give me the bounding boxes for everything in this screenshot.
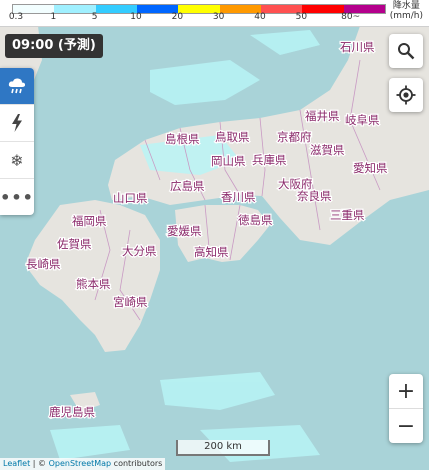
lightning-icon	[12, 114, 22, 132]
lightning-layer-button[interactable]	[0, 105, 34, 142]
osm-link[interactable]: OpenStreetMap	[49, 459, 112, 468]
pref-gifu: 岐阜県	[345, 113, 380, 127]
zoom-in-button[interactable]: +	[389, 374, 423, 409]
scale-bar: 200 km	[176, 440, 270, 456]
rain-cloud-icon	[8, 78, 26, 94]
legend-tick: 40	[254, 12, 266, 22]
legend-unit-title: 降水量	[392, 1, 420, 11]
pref-tottori: 鳥取県	[215, 130, 250, 144]
pref-kagoshima: 鹿児島県	[49, 405, 95, 419]
legend-tick: 1	[50, 12, 57, 22]
zoom-out-button[interactable]: −	[389, 409, 423, 443]
legend-unit: 降水量 (mm/h)	[390, 1, 423, 21]
pref-kumamoto: 熊本県	[76, 277, 111, 291]
legend-tick: 0.3	[8, 12, 24, 22]
forecast-time-badge: 09:00 (予測)	[5, 34, 103, 58]
legend-color-bar	[12, 4, 386, 14]
pref-hiroshima: 広島県	[170, 179, 205, 193]
snow-layer-button[interactable]: ❄	[0, 142, 34, 179]
pref-kagawa: 香川県	[221, 190, 256, 204]
legend-tick: 5	[91, 12, 98, 22]
search-button[interactable]	[389, 34, 423, 68]
pref-aichi: 愛知県	[353, 161, 388, 175]
legend-tick: 50	[295, 12, 308, 22]
pref-ishikawa: 石川県	[340, 40, 375, 54]
legend-tick: 10	[130, 12, 142, 22]
legend-tick: 20	[171, 12, 184, 22]
pref-saga: 佐賀県	[57, 237, 92, 251]
attribution-suffix: contributors	[111, 459, 163, 468]
zoom-control: + −	[389, 374, 423, 443]
pref-ehime: 愛媛県	[167, 224, 202, 238]
pref-shiga: 滋賀県	[310, 143, 345, 157]
rain-layer-button[interactable]	[0, 68, 34, 105]
pref-oita: 大分県	[122, 244, 157, 258]
legend-swatch	[54, 5, 96, 13]
legend-tick: 30	[212, 12, 225, 22]
pref-tokushima: 徳島県	[238, 213, 273, 227]
locate-button[interactable]	[389, 78, 423, 112]
more-icon: •••	[0, 187, 34, 207]
pref-nara: 奈良県	[297, 189, 332, 203]
pref-nagasaki: 長崎県	[26, 257, 61, 271]
snowflake-icon: ❄	[10, 150, 24, 170]
map[interactable]: 石川県 福井県 岐阜県 島根県 鳥取県 京都府 滋賀県 岡山県 兵庫県 愛知県 …	[0, 0, 429, 470]
crosshair-icon	[396, 85, 416, 105]
pref-mie: 三重県	[330, 208, 365, 222]
pref-kochi: 高知県	[194, 245, 229, 259]
precipitation-legend: 0.3 1 5 10 20 30 40 50 80~ 降水量 (mm/h)	[0, 0, 429, 27]
legend-swatch	[302, 5, 344, 13]
pref-fukuoka: 福岡県	[72, 214, 107, 228]
more-button[interactable]: •••	[0, 179, 34, 215]
legend-tick: 80~	[341, 12, 361, 22]
pref-okayama: 岡山県	[211, 154, 246, 168]
layer-toolbar: ❄ •••	[0, 68, 34, 215]
legend-unit-mmh: (mm/h)	[389, 11, 423, 21]
attribution: Leaflet | © OpenStreetMap contributors	[0, 458, 166, 470]
pref-kyoto: 京都府	[277, 130, 312, 144]
attribution-separator: | ©	[30, 459, 49, 468]
pref-miyazaki: 宮崎県	[113, 295, 148, 309]
pref-hyogo: 兵庫県	[252, 153, 287, 167]
pref-fukui: 福井県	[305, 109, 340, 123]
search-icon	[398, 43, 415, 60]
pref-shimane: 島根県	[165, 132, 200, 146]
pref-yamaguchi: 山口県	[113, 191, 148, 205]
leaflet-link[interactable]: Leaflet	[3, 459, 30, 468]
